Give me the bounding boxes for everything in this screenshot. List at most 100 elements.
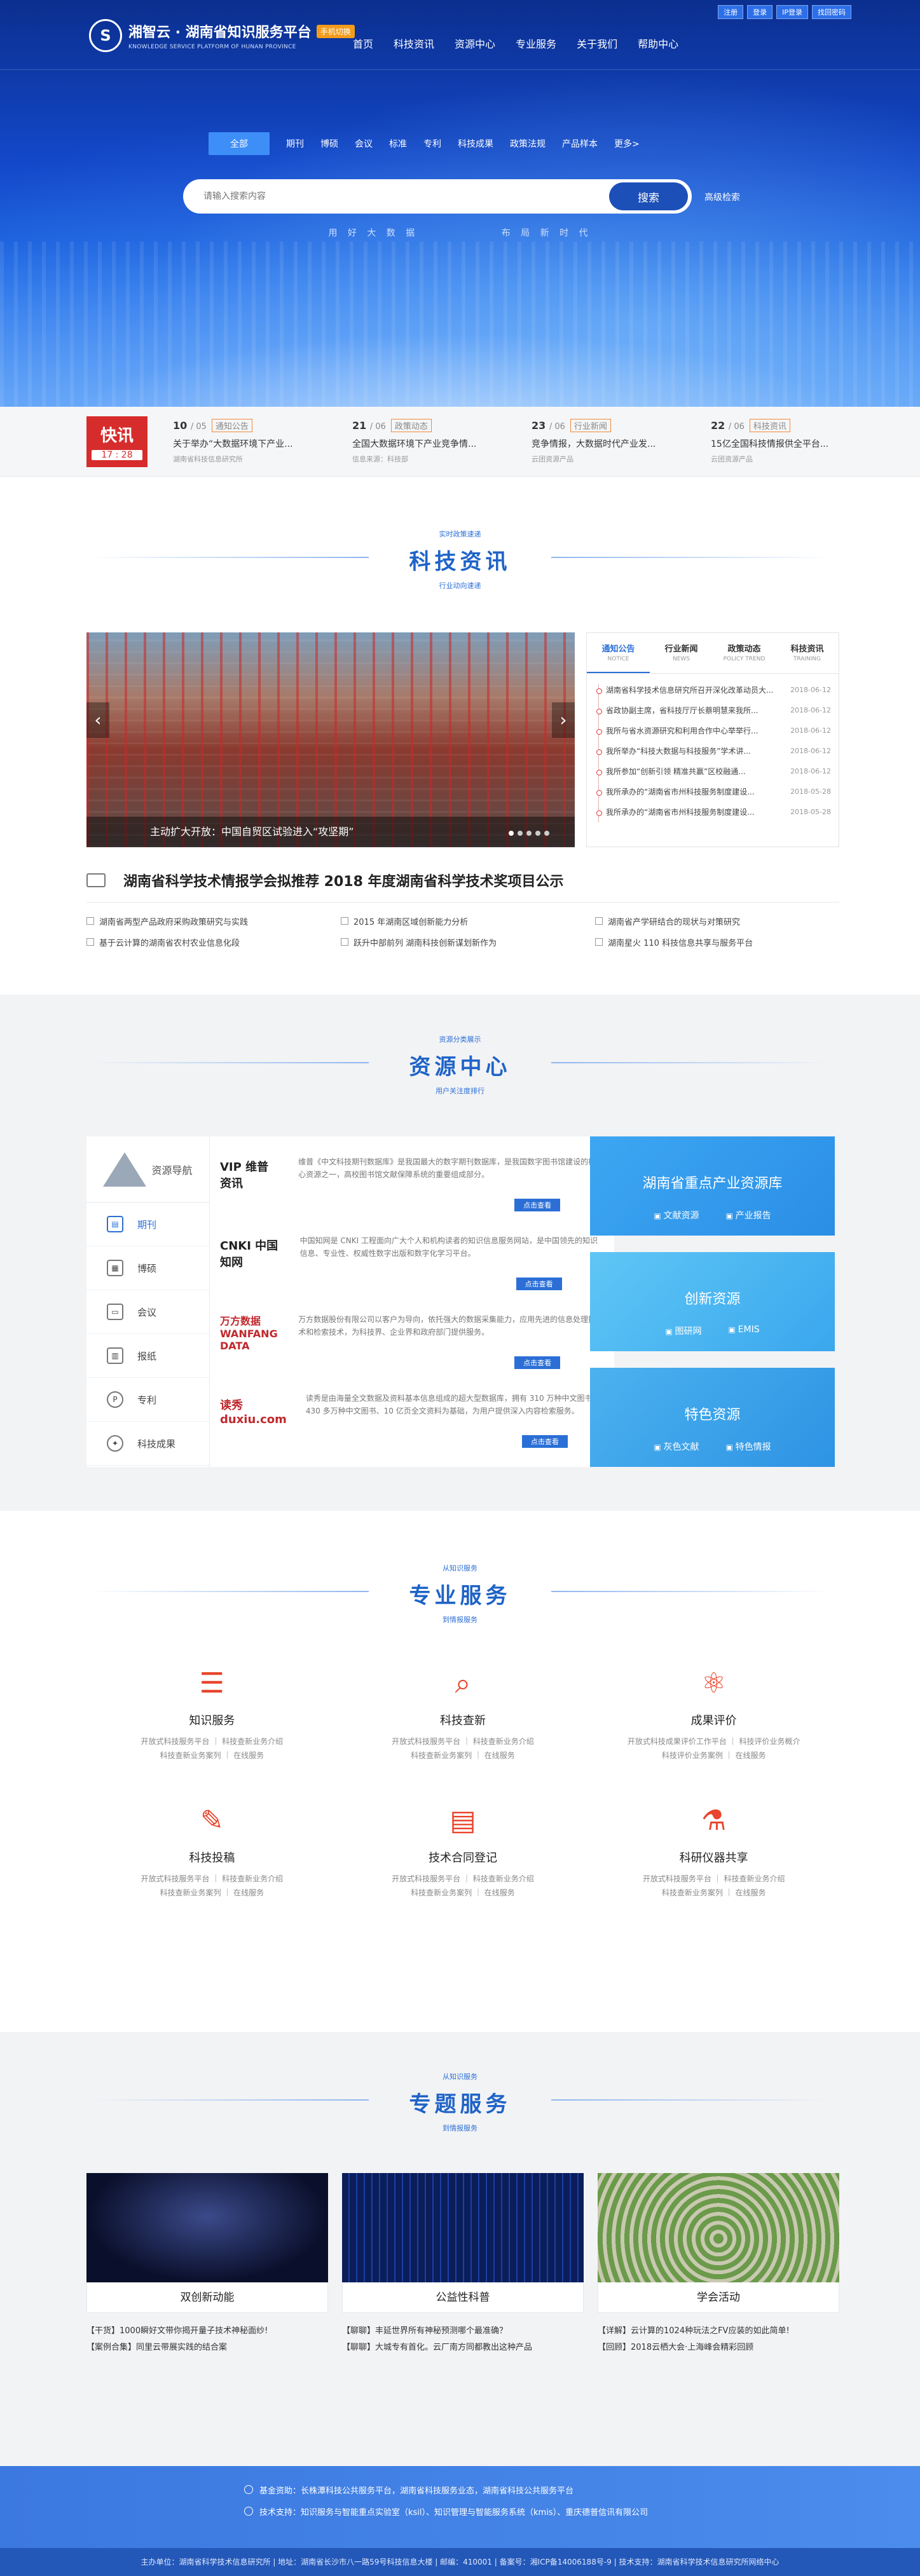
provider-logo[interactable]: CNKI 中国知网 xyxy=(220,1234,281,1272)
service-line[interactable]: 开放式科技服务平台 ｜ 科技查新业务介绍 xyxy=(338,1734,589,1748)
service-item[interactable]: ▤ 技术合同登记 开放式科技服务平台 ｜ 科技查新业务介绍 科技查新业务案列 ｜… xyxy=(338,1801,589,1900)
list-item[interactable]: 我所承办的“湖南省市州科技服务制度建设... 2018-05-28 xyxy=(596,802,831,822)
resource-nav-journal[interactable]: ▤ 期刊 xyxy=(86,1203,209,1246)
provider-view-button[interactable]: 点击查看 xyxy=(516,1278,562,1290)
carousel-prev-button[interactable]: ‹ xyxy=(86,702,109,738)
service-item[interactable]: ⌕ 科技查新 开放式科技服务平台 ｜ 科技查新业务介绍 科技查新业务案列 ｜ 在… xyxy=(338,1663,589,1762)
card-tag[interactable]: 特色情报 xyxy=(726,1440,771,1453)
flash-item[interactable]: 21 / 06 政策动态 全国大数据环境下产业竞争情... 信息来源：科技部 xyxy=(352,419,532,464)
service-line[interactable]: 科技评价业务案例 ｜ 在线服务 xyxy=(588,1748,839,1762)
cat-thesis[interactable]: 博硕 xyxy=(320,137,338,150)
service-item[interactable]: ⚗ 科研仪器共享 开放式科技服务平台 ｜ 科技查新业务介绍 科技查新业务案列 ｜… xyxy=(588,1801,839,1900)
search-input[interactable] xyxy=(203,191,609,201)
sublink[interactable]: 2015 年湖南区域创新能力分析 xyxy=(341,915,595,927)
list-item[interactable]: 湖南省科学技术信息研究所召开深化改革动员大... 2018-06-12 xyxy=(596,680,831,700)
carousel-dot[interactable] xyxy=(535,831,540,836)
resource-card[interactable]: 特色资源 灰色文献 特色情报 xyxy=(590,1368,835,1467)
resource-nav-thesis[interactable]: ▦ 博硕 xyxy=(86,1246,209,1290)
cat-all[interactable]: 全部 xyxy=(209,132,270,155)
flash-item[interactable]: 10 / 05 通知公告 关于举办“大数据环境下产业... 湖南省科技信息研究所 xyxy=(173,419,352,464)
ip-login-button[interactable]: IP登录 xyxy=(776,5,808,19)
tab-tech-news[interactable]: 科技资讯 TRAINING xyxy=(776,633,839,673)
list-item[interactable]: 我所与省水资源研究和利用合作中心举举行... 2018-06-12 xyxy=(596,721,831,741)
service-line[interactable]: 科技查新业务案列 ｜ 在线服务 xyxy=(338,1886,589,1900)
sublink[interactable]: 湖南省两型产品政府采购政策研究与实践 xyxy=(86,915,341,927)
service-line[interactable]: 科技查新业务案列 ｜ 在线服务 xyxy=(338,1748,589,1762)
card-tag[interactable]: 灰色文献 xyxy=(654,1440,699,1453)
login-button[interactable]: 登录 xyxy=(747,5,773,19)
service-line[interactable]: 科技查新业务案列 ｜ 在线服务 xyxy=(588,1886,839,1900)
service-line[interactable]: 科技查新业务案列 ｜ 在线服务 xyxy=(86,1886,338,1900)
carousel-dot[interactable] xyxy=(509,831,514,836)
topic-link[interactable]: 【聊聊】丰延世界所有神秘预测哪个最准确？ xyxy=(342,2323,584,2340)
tab-industry-news[interactable]: 行业新闻 NEWS xyxy=(650,633,713,673)
carousel-dot[interactable] xyxy=(518,831,523,836)
card-tag[interactable]: EMIS xyxy=(729,1325,760,1337)
card-tag[interactable]: 文献资源 xyxy=(654,1209,699,1222)
service-line[interactable]: 开放式科技服务平台 ｜ 科技查新业务介绍 xyxy=(86,1734,338,1748)
provider-view-button[interactable]: 点击查看 xyxy=(514,1356,561,1369)
provider-logo[interactable]: 读秀 duxiu.com xyxy=(220,1392,287,1430)
provider-logo[interactable]: VIP 维普资讯 xyxy=(220,1155,279,1194)
topic-link[interactable]: 【回顾】2018云栖大会·上海峰会精彩回顾 xyxy=(598,2340,839,2356)
nav-about[interactable]: 关于我们 xyxy=(577,36,617,51)
resource-nav-patent[interactable]: P 专利 xyxy=(86,1378,209,1422)
mobile-switch-badge[interactable]: 手机切换 xyxy=(316,24,355,38)
reset-password-button[interactable]: 找回密码 xyxy=(812,5,851,19)
headline-title[interactable]: 湖南省科学技术情报学会拟推荐 2018 年度湖南省科学技术奖项目公示 xyxy=(123,870,564,890)
card-tag[interactable]: 图研网 xyxy=(665,1325,702,1337)
topic-link[interactable]: 【聊聊】大城专有首化。云厂南方同都教出这种产品 xyxy=(342,2340,584,2356)
nav-services[interactable]: 专业服务 xyxy=(516,36,556,51)
service-item[interactable]: ☰ 知识服务 开放式科技服务平台 ｜ 科技查新业务介绍 科技查新业务案列 ｜ 在… xyxy=(86,1663,338,1762)
resource-card[interactable]: 创新资源 图研网 EMIS xyxy=(590,1252,835,1351)
carousel-caption[interactable]: 主动扩大开放：中国自贸区试验进入“攻坚期” xyxy=(86,817,575,847)
service-line[interactable]: 开放式科技服务平台 ｜ 科技查新业务介绍 xyxy=(588,1872,839,1886)
card-tag[interactable]: 产业报告 xyxy=(726,1209,771,1222)
cat-journal[interactable]: 期刊 xyxy=(286,137,304,150)
flash-item[interactable]: 23 / 06 行业新闻 竞争情报，大数据时代产业发... 云团资源产品 xyxy=(532,419,711,464)
resource-nav-achievement[interactable]: ✦ 科技成果 xyxy=(86,1422,209,1466)
list-item[interactable]: 省政协副主席，省科技厅厅长蔡明慧来我所... 2018-06-12 xyxy=(596,700,831,721)
sublink[interactable]: 湖南星火 110 科技信息共享与服务平台 xyxy=(595,936,839,948)
sublink[interactable]: 跃升中部前列 湖南科技创新谋划新作为 xyxy=(341,936,595,948)
tab-notice[interactable]: 通知公告 NOTICE xyxy=(587,633,650,673)
carousel-next-button[interactable]: › xyxy=(552,702,575,738)
news-carousel[interactable]: ‹ › 主动扩大开放：中国自贸区试验进入“攻坚期” xyxy=(86,632,575,847)
topic-caption[interactable]: 双创新动能 xyxy=(86,2282,328,2313)
topic-caption[interactable]: 学会活动 xyxy=(598,2282,839,2313)
list-item[interactable]: 我所参加“创新引领 精准共赢”区校融通... 2018-06-12 xyxy=(596,761,831,782)
service-item[interactable]: ⚛ 成果评价 开放式科技成果评价工作平台 ｜ 科技评价业务概介 科技评价业务案例… xyxy=(588,1663,839,1762)
cat-standard[interactable]: 标准 xyxy=(389,137,407,150)
topic-link[interactable]: 【干货】1000瞬好文带你揭开量子技术神秘面纱! xyxy=(86,2323,328,2340)
topic-image[interactable] xyxy=(342,2173,584,2282)
service-line[interactable]: 开放式科技服务平台 ｜ 科技查新业务介绍 xyxy=(338,1872,589,1886)
provider-logo[interactable]: 万方数据 WANFANG DATA xyxy=(220,1313,279,1352)
list-item[interactable]: 我所举办“科技大数据与科技服务”学术讲... 2018-06-12 xyxy=(596,741,831,761)
flash-item[interactable]: 22 / 06 科技资讯 15亿全国科技情报供全平台... 云团资源产品 xyxy=(711,419,890,464)
service-line[interactable]: 开放式科技服务平台 ｜ 科技查新业务介绍 xyxy=(86,1872,338,1886)
topic-link[interactable]: 【详解】云计算的1024种玩法之FV应装的如此简单! xyxy=(598,2323,839,2340)
tab-policy[interactable]: 政策动态 POLICY TREND xyxy=(713,633,776,673)
resource-nav-newspaper[interactable]: ▥ 报纸 xyxy=(86,1334,209,1378)
cat-policy[interactable]: 政策法规 xyxy=(510,137,546,150)
service-line[interactable]: 开放式科技成果评价工作平台 ｜ 科技评价业务概介 xyxy=(588,1734,839,1748)
sublink[interactable]: 湖南省产学研结合的现状与对策研究 xyxy=(595,915,839,927)
register-button[interactable]: 注册 xyxy=(718,5,744,19)
list-item[interactable]: 我所承办的“湖南省市州科技服务制度建设... 2018-05-28 xyxy=(596,782,831,802)
resource-nav-conference[interactable]: ▭ 会议 xyxy=(86,1290,209,1334)
cat-more[interactable]: 更多> xyxy=(614,137,640,150)
topic-image[interactable] xyxy=(598,2173,839,2282)
cat-conference[interactable]: 会议 xyxy=(355,137,373,150)
cat-patent[interactable]: 专利 xyxy=(423,137,441,150)
search-button[interactable]: 搜索 xyxy=(609,182,688,210)
service-item[interactable]: ✎ 科技投稿 开放式科技服务平台 ｜ 科技查新业务介绍 科技查新业务案列 ｜ 在… xyxy=(86,1801,338,1900)
carousel-dot[interactable] xyxy=(526,831,532,836)
provider-view-button[interactable]: 点击查看 xyxy=(521,1435,568,1448)
nav-news[interactable]: 科技资讯 xyxy=(394,36,434,51)
headline-row[interactable]: 湖南省科学技术情报学会拟推荐 2018 年度湖南省科学技术奖项目公示 xyxy=(86,858,839,903)
nav-resources[interactable]: 资源中心 xyxy=(455,36,495,51)
sublink[interactable]: 基于云计算的湖南省农村农业信息化段 xyxy=(86,936,341,948)
cat-sample[interactable]: 产品样本 xyxy=(562,137,598,150)
advanced-search-link[interactable]: 高级检索 xyxy=(704,191,740,203)
topic-link[interactable]: 【案例合集】同里云带展实践的结合案 xyxy=(86,2340,328,2356)
